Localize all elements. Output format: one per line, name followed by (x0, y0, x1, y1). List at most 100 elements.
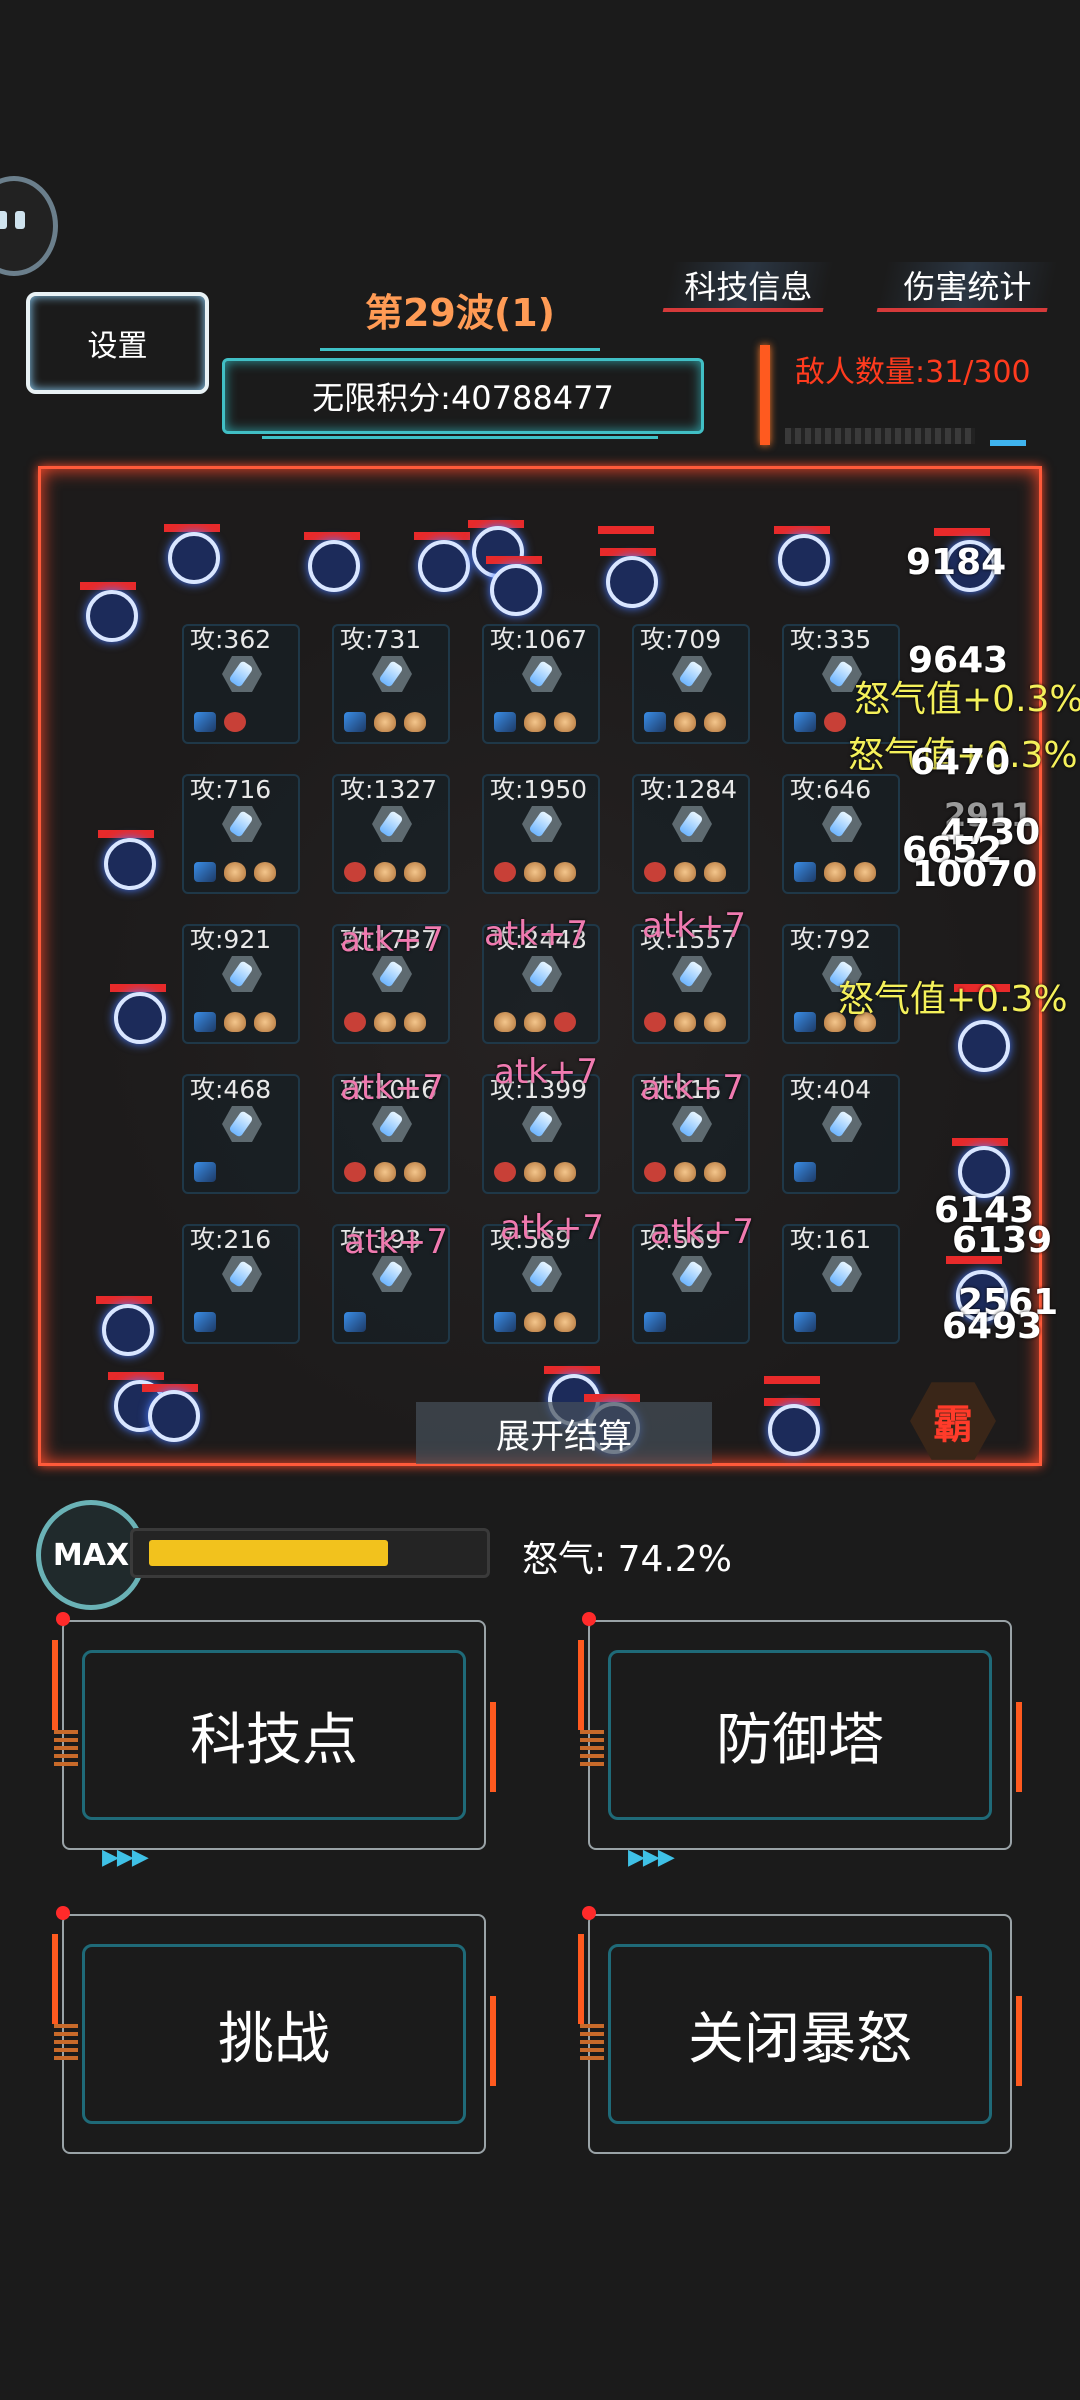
tower-upgrade-icons (644, 1012, 726, 1032)
tower-weapon-icon (672, 1106, 712, 1142)
beast-upgrade-icon (554, 1162, 576, 1182)
beast-upgrade-icon (704, 862, 726, 882)
tower-weapon-icon (222, 656, 262, 692)
pause-button[interactable] (0, 176, 58, 276)
tower-attack-label: 攻:709 (640, 625, 722, 654)
tower-weapon-icon (522, 656, 562, 692)
tower-attack-label: 攻:161 (790, 1225, 872, 1254)
tower-slot[interactable]: 攻:1950 (482, 774, 600, 894)
settings-button[interactable]: 设置 (26, 292, 209, 394)
beast-upgrade-icon (674, 1012, 696, 1032)
tower-upgrade-icons (494, 1012, 576, 1032)
tower-weapon-icon (522, 956, 562, 992)
red-upgrade-icon (644, 1162, 666, 1182)
tower-upgrade-icons (194, 862, 276, 882)
beast-upgrade-icon (224, 862, 246, 882)
beast-upgrade-icon (224, 1012, 246, 1032)
defense-tower-button[interactable]: ▶▶▶ 防御塔 (578, 1610, 1022, 1870)
beast-upgrade-icon (374, 1012, 396, 1032)
tower-slot[interactable]: 攻:646 (782, 774, 900, 894)
tower-slot[interactable]: 攻:921 (182, 924, 300, 1044)
blue-upgrade-icon (344, 1312, 366, 1332)
beast-upgrade-icon (674, 712, 696, 732)
tower-attack-label: 攻:731 (340, 625, 422, 654)
beast-upgrade-icon (494, 1012, 516, 1032)
red-upgrade-icon (344, 1162, 366, 1182)
tower-upgrade-icons (494, 862, 576, 882)
enemy-hp-bar (486, 556, 542, 564)
tower-weapon-icon (672, 1256, 712, 1292)
enemy-hp-bar (304, 532, 360, 540)
tower-attack-label: 攻:216 (190, 1225, 272, 1254)
damage-number: 6493 (942, 1306, 1043, 1347)
beast-upgrade-icon (254, 862, 276, 882)
beast-upgrade-icon (404, 1162, 426, 1182)
tower-slot[interactable]: 攻:161 (782, 1224, 900, 1344)
enemy-progress-cap (990, 440, 1026, 446)
red-upgrade-icon (644, 1012, 666, 1032)
tower-upgrade-icons (794, 712, 846, 732)
tower-upgrade-icons (644, 862, 726, 882)
beast-upgrade-icon (524, 862, 546, 882)
beast-upgrade-icon (554, 862, 576, 882)
tower-slot[interactable]: 攻:404 (782, 1074, 900, 1194)
tower-slot[interactable]: 攻:731 (332, 624, 450, 744)
tower-upgrade-icons (344, 862, 426, 882)
score-display: 无限积分:40788477 (222, 358, 704, 434)
beast-upgrade-icon (254, 1012, 276, 1032)
tower-upgrade-icons (494, 1312, 576, 1332)
damage-number: 6139 (952, 1220, 1053, 1261)
beast-upgrade-icon (824, 862, 846, 882)
blue-upgrade-icon (494, 712, 516, 732)
tech-points-button[interactable]: ▶▶▶ 科技点 (52, 1610, 496, 1870)
tower-upgrade-icons (644, 1312, 666, 1332)
enemy (168, 532, 220, 584)
tower-slot[interactable]: 攻:1067 (482, 624, 600, 744)
pause-icon-bar (15, 211, 25, 229)
beast-upgrade-icon (674, 1162, 696, 1182)
enemy (308, 540, 360, 592)
tower-slot[interactable]: 攻:362 (182, 624, 300, 744)
expand-settlement-button[interactable]: 展开结算 (416, 1402, 712, 1464)
tower-attack-label: 攻:404 (790, 1075, 872, 1104)
pause-icon (0, 211, 7, 229)
beast-upgrade-icon (704, 1162, 726, 1182)
tower-slot[interactable]: 攻:716 (182, 774, 300, 894)
enemy-count: 敌人数量:31/300 (795, 355, 1031, 390)
tower-attack-label: 攻:716 (190, 775, 272, 804)
tech-info-button[interactable]: 科技信息 (662, 262, 834, 312)
enemy-hp-bar (774, 526, 830, 534)
beast-upgrade-icon (524, 1312, 546, 1332)
tower-weapon-icon (522, 1256, 562, 1292)
beast-upgrade-icon (404, 1012, 426, 1032)
enemy-hp-bar (600, 548, 656, 556)
tower-slot[interactable]: 攻:1284 (632, 774, 750, 894)
button-label: 防御塔 (716, 1707, 884, 1773)
tower-upgrade-icons (794, 862, 876, 882)
beast-upgrade-icon (524, 1012, 546, 1032)
tower-slot[interactable]: 攻:1327 (332, 774, 450, 894)
button-label: 关闭暴怒 (688, 2006, 912, 2072)
challenge-button[interactable]: 挑战 (52, 1904, 496, 2164)
red-upgrade-icon (644, 862, 666, 882)
tower-slot[interactable]: 攻:1399 (482, 1074, 600, 1194)
close-rage-button[interactable]: 关闭暴怒 (578, 1904, 1022, 2164)
red-upgrade-icon (554, 1012, 576, 1032)
tower-slot[interactable]: 攻:709 (632, 624, 750, 744)
beast-upgrade-icon (374, 862, 396, 882)
blue-upgrade-icon (794, 862, 816, 882)
tower-slot[interactable]: 攻:216 (182, 1224, 300, 1344)
enemy (418, 540, 470, 592)
damage-number: 9184 (906, 542, 1007, 583)
tower-weapon-icon (672, 806, 712, 842)
tower-attack-label: 攻:921 (190, 925, 272, 954)
tower-weapon-icon (822, 1106, 862, 1142)
tower-upgrade-icons (344, 712, 426, 732)
atk-buff-text: atk+7 (640, 1068, 744, 1108)
atk-buff-text: atk+7 (340, 1068, 444, 1108)
score-frame-bottom-line (262, 436, 658, 439)
beast-upgrade-icon (704, 1012, 726, 1032)
tower-upgrade-icons (194, 1312, 216, 1332)
tower-slot[interactable]: 攻:468 (182, 1074, 300, 1194)
damage-stats-button[interactable]: 伤害统计 (876, 262, 1058, 312)
